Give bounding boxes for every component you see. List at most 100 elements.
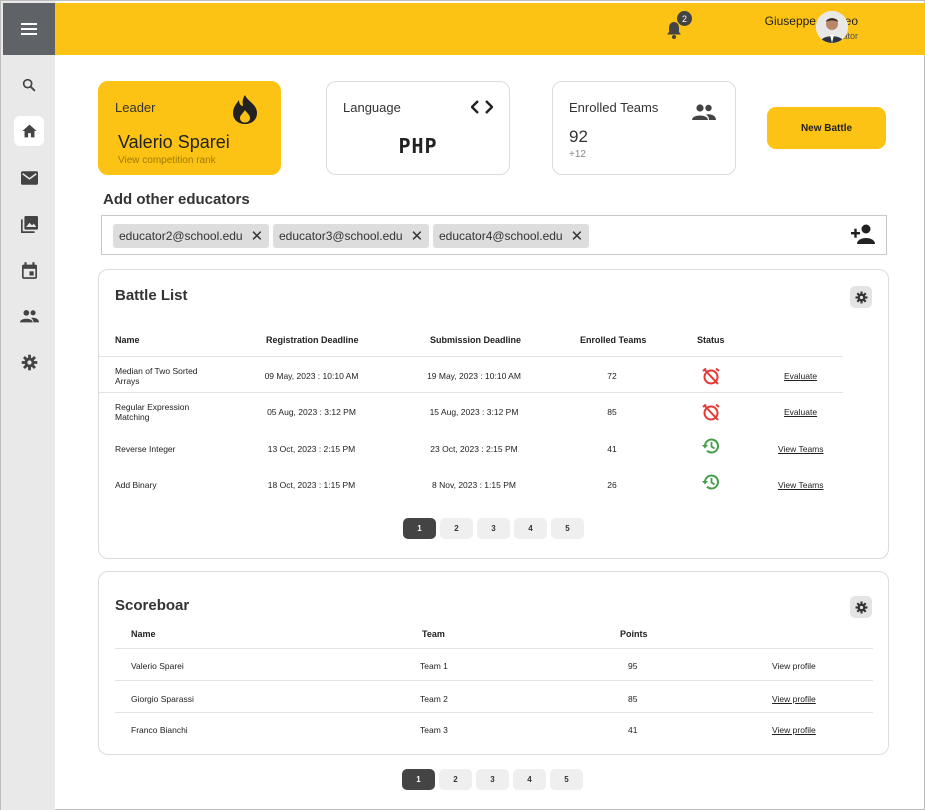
player-name: Franco Bianchi	[131, 725, 188, 735]
view-teams-link[interactable]: View Teams	[778, 444, 824, 454]
battle-list-panel: Battle List Name Registration Deadline S…	[98, 269, 889, 559]
fire-icon	[231, 94, 259, 129]
educator-chip: educator4@school.edu ✕	[433, 224, 590, 248]
search-icon[interactable]	[14, 70, 44, 100]
divider	[99, 392, 843, 393]
battle-name: Median of Two Sorted Arrays	[115, 366, 198, 386]
column-header: Team	[422, 629, 445, 639]
view-profile-link[interactable]: View profile	[772, 725, 816, 735]
alarm-off-icon	[701, 402, 721, 422]
page-button[interactable]: 4	[514, 518, 547, 539]
leader-card-title: Leader	[115, 100, 156, 115]
player-name: Valerio Sparei	[131, 661, 184, 671]
avatar[interactable]	[816, 11, 848, 43]
page-button[interactable]: 3	[476, 769, 509, 790]
column-header: Registration Deadline	[266, 335, 359, 345]
scoreboard-title: Scoreboar	[115, 597, 190, 614]
calendar-icon[interactable]	[14, 255, 44, 285]
view-profile-link[interactable]: View profile	[772, 694, 816, 704]
battle-name: Reverse Integer	[115, 444, 176, 454]
evaluate-link[interactable]: Evaluate	[784, 407, 817, 417]
submission-deadline: 8 Nov, 2023 : 1:15 PM	[432, 480, 516, 490]
code-icon	[470, 99, 494, 120]
scoreboard-panel: Scoreboar Name Team Points Valerio Spare…	[98, 571, 889, 755]
history-icon	[701, 436, 721, 456]
mail-icon[interactable]	[14, 163, 44, 193]
player-name: Giorgio Sparassi	[131, 694, 194, 704]
battle-name-line: Matching	[115, 412, 150, 422]
battle-name: Regular Expression Matching	[115, 402, 189, 422]
enrolled-teams-card: Enrolled Teams 92 +12	[552, 81, 736, 175]
new-battle-button[interactable]: New Battle	[767, 107, 886, 149]
enrolled-teams-count: 92	[569, 127, 588, 146]
battle-name-line: Arrays	[115, 376, 140, 386]
enrolled-teams-delta: +12	[569, 149, 586, 160]
column-header: Status	[697, 335, 725, 345]
battle-name: Add Binary	[115, 480, 157, 490]
people-icon	[692, 104, 716, 125]
page-button[interactable]: 3	[477, 518, 510, 539]
educator-chip-label: educator4@school.edu	[439, 229, 563, 243]
add-person-icon[interactable]	[851, 224, 877, 246]
page-button[interactable]: 1	[402, 769, 435, 790]
home-icon[interactable]	[14, 116, 44, 146]
registration-deadline: 18 Oct, 2023 : 1:15 PM	[267, 480, 356, 490]
alarm-off-icon	[701, 366, 721, 386]
enrolled-teams: 41	[607, 444, 617, 454]
scoreboard-pagination: 1 2 3 4 5	[402, 769, 583, 790]
leader-card: Leader Valerio Sparei View competition r…	[98, 81, 281, 175]
view-teams-link[interactable]: View Teams	[778, 480, 824, 490]
sidebar	[1, 1, 55, 810]
top-bar	[55, 3, 925, 55]
leader-name: Valerio Sparei	[118, 132, 230, 152]
evaluate-link[interactable]: Evaluate	[784, 371, 817, 381]
language-card-title: Language	[343, 100, 401, 115]
menu-icon[interactable]	[3, 3, 55, 55]
registration-deadline: 05 Aug, 2023 : 3:12 PM	[267, 407, 356, 417]
battle-name-line: Regular Expression	[115, 402, 190, 412]
page-button[interactable]: 1	[403, 518, 436, 539]
close-icon[interactable]: ✕	[251, 229, 264, 244]
gear-icon[interactable]	[850, 286, 872, 308]
gear-icon[interactable]	[850, 596, 872, 618]
page-button[interactable]: 2	[440, 518, 473, 539]
view-rank-link[interactable]: View competition rank	[118, 155, 216, 166]
enrolled-teams: 26	[607, 480, 617, 490]
page-button[interactable]: 4	[513, 769, 546, 790]
educator-chip: educator2@school.edu ✕	[113, 224, 270, 248]
notification-badge: 2	[677, 11, 692, 26]
player-points: 95	[628, 661, 638, 671]
educators-input[interactable]: educator2@school.edu ✕ educator3@school.…	[101, 215, 887, 255]
player-team: Team 2	[420, 694, 448, 704]
submission-deadline: 19 May, 2023 : 10:10 AM	[427, 371, 521, 381]
column-header: Enrolled Teams	[580, 335, 647, 345]
column-header: Name	[131, 629, 156, 639]
language-card: Language PHP	[326, 81, 510, 175]
language-value: PHP	[398, 134, 438, 158]
page-button[interactable]: 5	[551, 518, 584, 539]
battle-list-pagination: 1 2 3 4 5	[403, 518, 584, 539]
column-header: Submission Deadline	[430, 335, 522, 345]
history-icon	[701, 472, 721, 492]
close-icon[interactable]: ✕	[571, 229, 584, 244]
page-button[interactable]: 2	[439, 769, 472, 790]
player-points: 41	[628, 725, 638, 735]
educator-chip: educator3@school.edu ✕	[273, 224, 430, 248]
enrolled-teams: 72	[607, 371, 617, 381]
educator-chip-label: educator2@school.edu	[119, 229, 243, 243]
people-icon[interactable]	[14, 301, 44, 331]
close-icon[interactable]: ✕	[411, 229, 424, 244]
educator-chip-label: educator3@school.edu	[279, 229, 403, 243]
enrolled-teams: 85	[607, 407, 617, 417]
photo-library-icon[interactable]	[14, 209, 44, 239]
gear-icon[interactable]	[14, 347, 44, 377]
column-header: Name	[115, 335, 140, 345]
teams-card-title: Enrolled Teams	[569, 100, 659, 115]
divider	[115, 648, 873, 649]
player-points: 85	[628, 694, 638, 704]
page-button[interactable]: 5	[550, 769, 583, 790]
column-header: Points	[620, 629, 648, 639]
divider	[99, 356, 843, 357]
view-profile-link[interactable]: View profile	[772, 661, 816, 671]
submission-deadline: 15 Aug, 2023 : 3:12 PM	[429, 407, 519, 417]
